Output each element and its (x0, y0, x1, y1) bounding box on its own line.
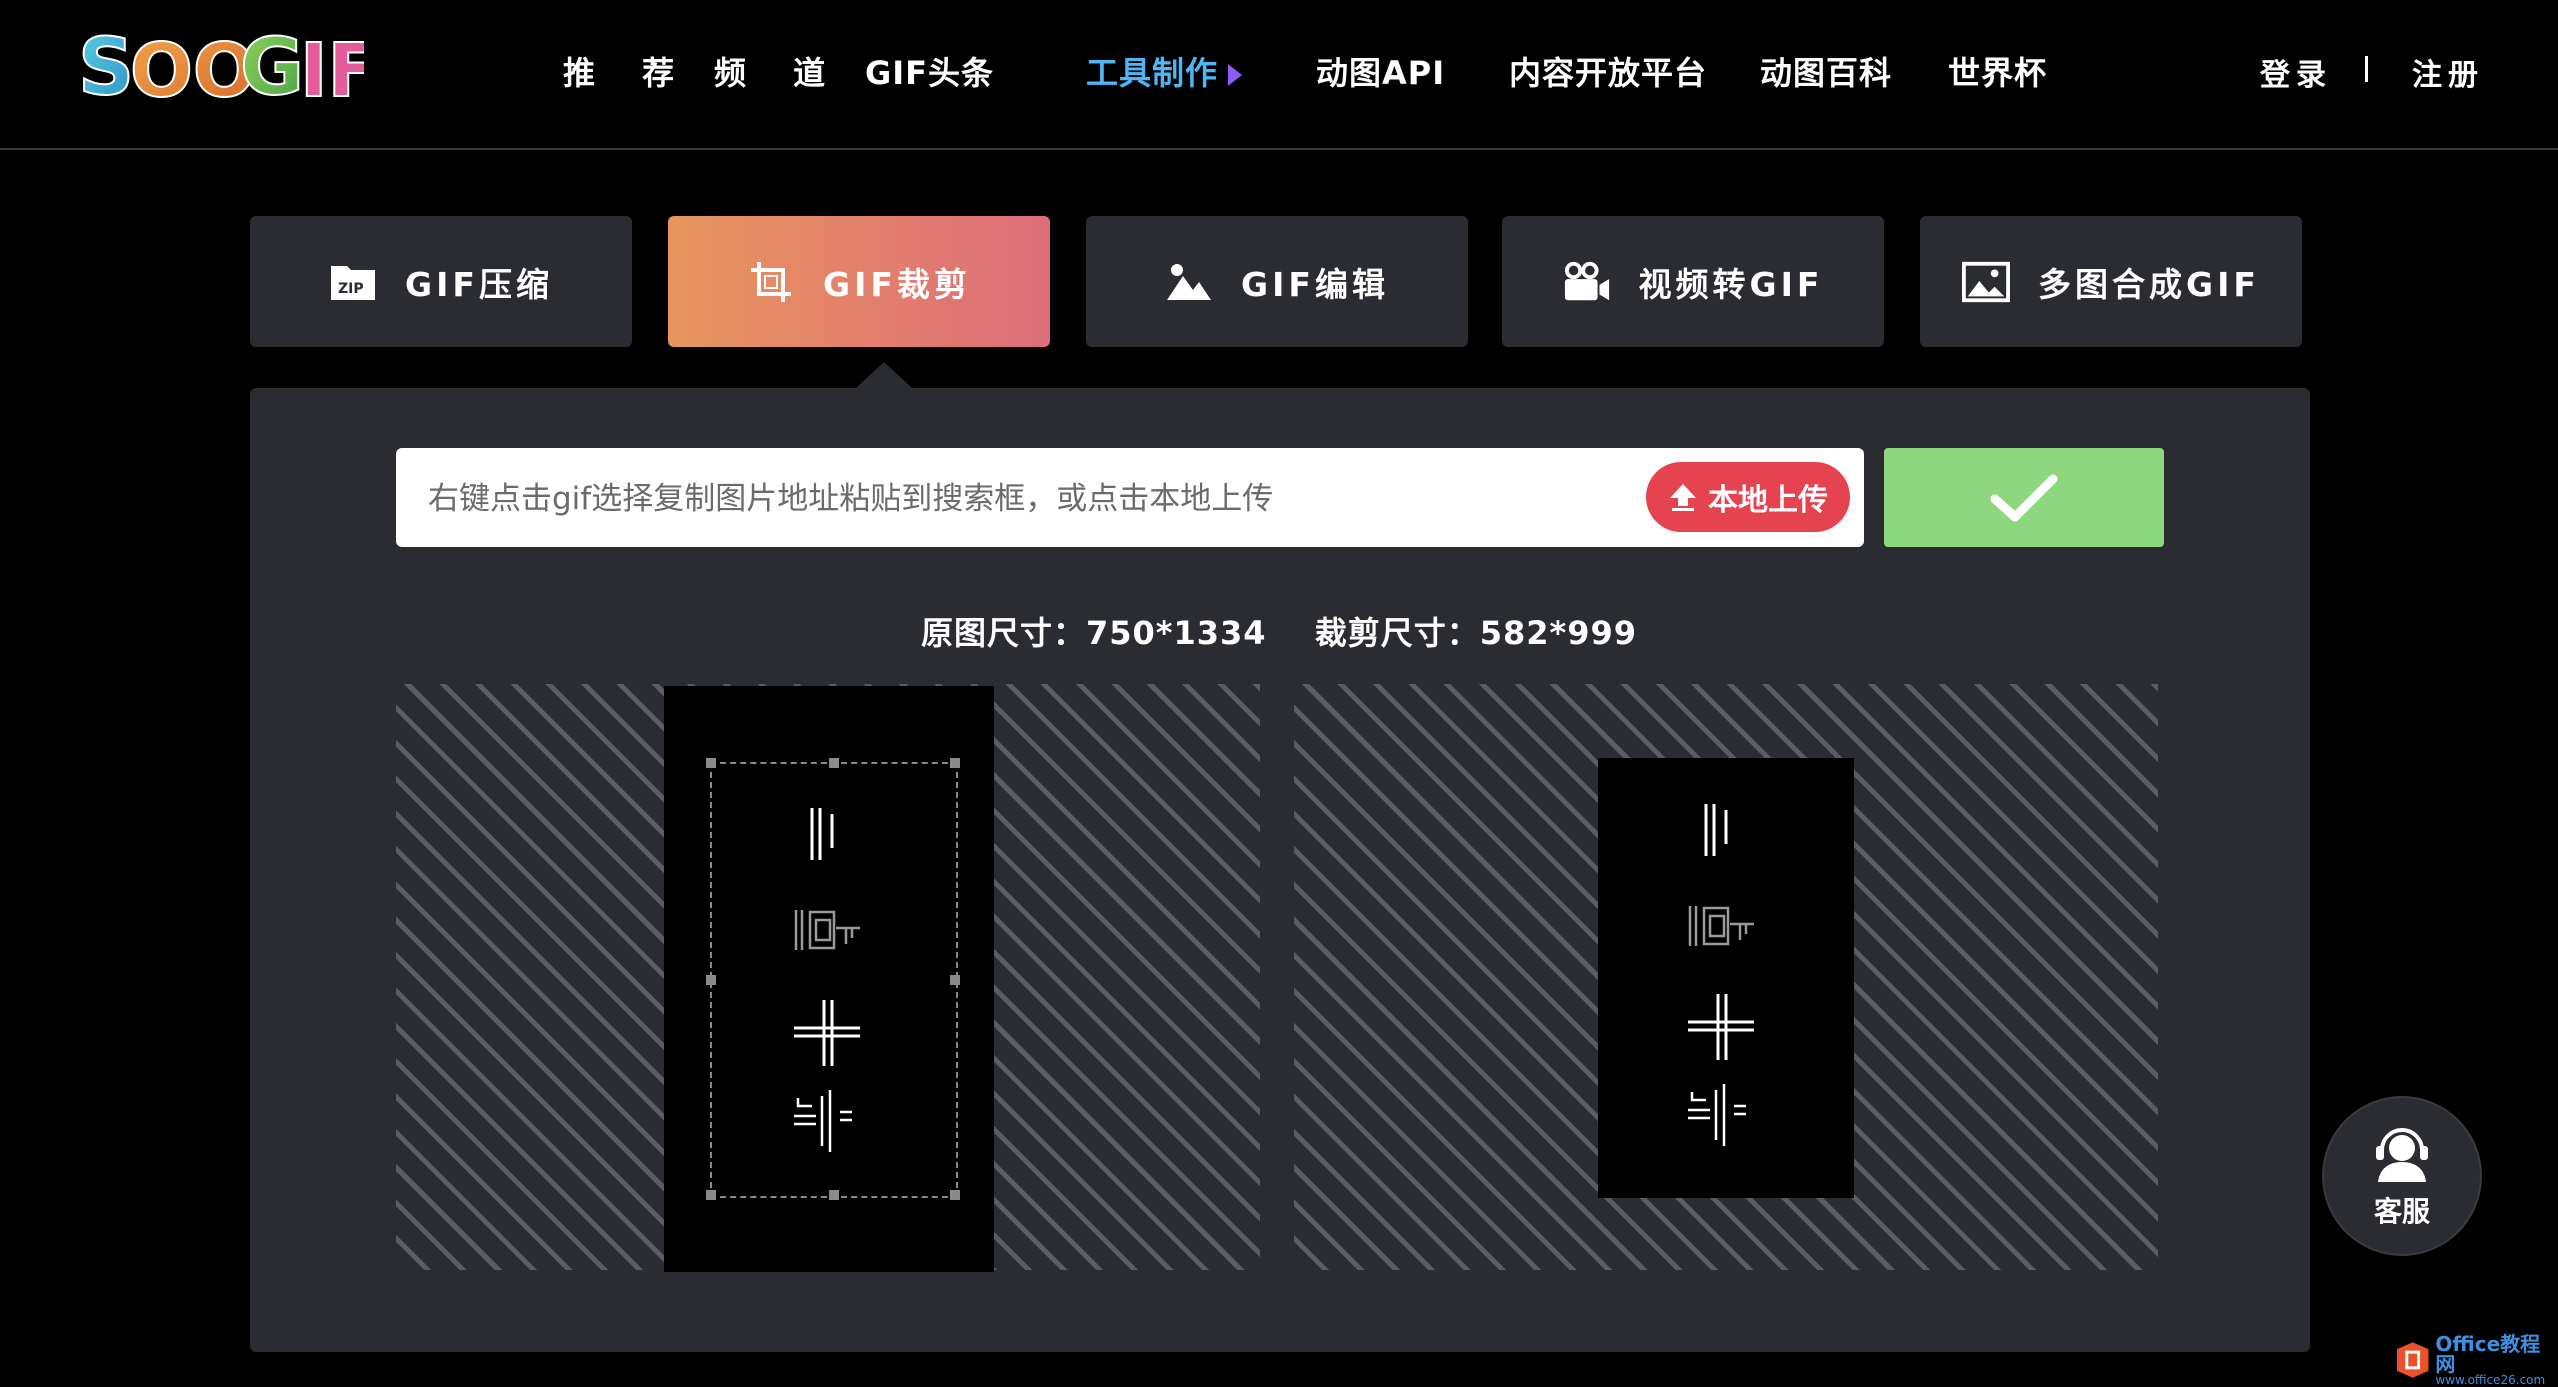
tool-tab-label: 视频转GIF (1638, 264, 1824, 304)
svg-text:ZIP: ZIP (338, 281, 364, 297)
upload-arrow-icon (1670, 484, 1696, 511)
tool-tab-label: GIF编辑 (1241, 264, 1389, 304)
nav-gif-wiki[interactable]: 动图百科 (1760, 48, 1892, 94)
original-gif-glyphs (794, 808, 860, 1152)
svg-text:S: S (78, 23, 134, 112)
video-camera-icon (1563, 260, 1611, 304)
tool-tab-gif-edit[interactable]: GIF编辑 (1086, 216, 1468, 347)
gif-url-input[interactable] (426, 448, 1580, 549)
top-header: S OO G IF 推 荐 频 道 GIF头条 工具制作 动图API 内容开放平… (0, 0, 2558, 150)
crop-handle-top-left[interactable] (706, 758, 716, 768)
cropped-gif-glyphs (1688, 804, 1754, 1146)
nav-world-cup[interactable]: 世界杯 (1948, 48, 2047, 94)
tool-tab-gif-crop[interactable]: GIF裁剪 (668, 216, 1050, 347)
login-link[interactable]: 登录 (2260, 50, 2332, 94)
crop-handle-right[interactable] (950, 975, 960, 985)
nav-tools[interactable]: 工具制作 (1086, 48, 1243, 94)
office-logo-icon (2396, 1342, 2429, 1378)
caret-right-icon (1228, 64, 1243, 86)
picture-icon (1962, 260, 2011, 304)
svg-text:IF: IF (300, 28, 364, 112)
checkmark-icon (1990, 474, 2058, 521)
nav-channel[interactable]: 频 道 (714, 48, 843, 94)
local-upload-label: 本地上传 (1708, 483, 1828, 518)
crop-handle-bottom-right[interactable] (950, 1190, 960, 1200)
crop-handle-bottom[interactable] (829, 1190, 839, 1200)
crop-handle-top[interactable] (829, 758, 839, 768)
svg-text:G: G (240, 23, 304, 112)
customer-service-button[interactable]: 客服 (2324, 1098, 2480, 1254)
customer-service-label: 客服 (2373, 1195, 2430, 1228)
tool-tab-label: 多图合成GIF (2038, 264, 2260, 304)
soogif-logo[interactable]: S OO G IF (78, 22, 364, 112)
mountain-image-icon (1165, 260, 1213, 304)
watermark-sub-text: www.office26.com (2435, 1373, 2546, 1387)
size-info: 原图尺寸：750*1334 裁剪尺寸：582*999 (0, 608, 2558, 654)
nav-tools-label: 工具制作 (1086, 54, 1219, 92)
tool-tab-multi-image-gif[interactable]: 多图合成GIF (1920, 216, 2302, 347)
zip-icon: ZIP (329, 260, 377, 304)
crop-handle-left[interactable] (706, 975, 716, 985)
register-link[interactable]: 注册 (2412, 50, 2484, 94)
tool-tab-label: GIF裁剪 (823, 264, 971, 304)
office26-watermark: Office教程网 www.office26.com (2396, 1334, 2558, 1386)
nav-gif-headlines[interactable]: GIF头条 (865, 48, 994, 94)
local-upload-button[interactable]: 本地上传 (1646, 462, 1850, 532)
auth-divider (2365, 56, 2368, 82)
tool-tab-label: GIF压缩 (405, 264, 553, 304)
crop-handle-top-right[interactable] (950, 758, 960, 768)
headset-agent-icon (2376, 1128, 2428, 1182)
tool-tab-gif-compress[interactable]: ZIP GIF压缩 (250, 216, 632, 347)
crop-handle-bottom-left[interactable] (706, 1190, 716, 1200)
original-size-text: 原图尺寸：750*1334 (920, 614, 1267, 652)
cropped-size-text: 裁剪尺寸：582*999 (1314, 614, 1638, 652)
nav-gif-api[interactable]: 动图API (1316, 48, 1445, 94)
tool-tab-video-to-gif[interactable]: 视频转GIF (1502, 216, 1884, 347)
nav-open-platform[interactable]: 内容开放平台 (1509, 48, 1707, 94)
crop-icon (747, 260, 795, 304)
svg-text:OO: OO (130, 28, 256, 112)
active-tab-pointer (856, 362, 912, 388)
confirm-button[interactable] (1884, 448, 2164, 547)
watermark-main-text: Office教程网 (2435, 1332, 2541, 1376)
url-input-box: 本地上传 (396, 448, 1864, 549)
nav-recommend[interactable]: 推 荐 (563, 48, 692, 94)
